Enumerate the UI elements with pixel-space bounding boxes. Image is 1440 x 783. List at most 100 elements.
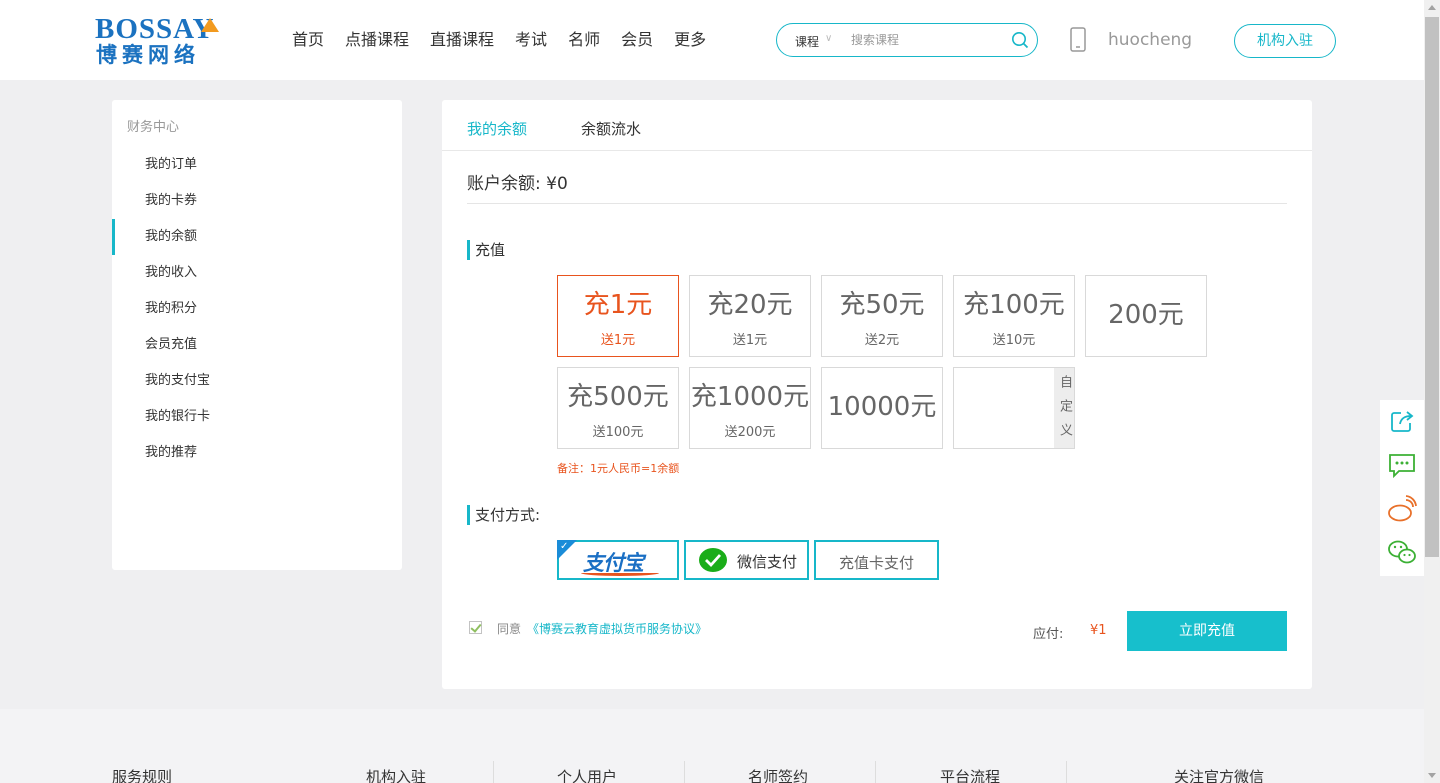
floating-toolbar — [1380, 400, 1424, 576]
scrollbar-thumb[interactable] — [1425, 17, 1439, 557]
logo-triangle — [201, 18, 219, 32]
search-box: 课程 ∨ — [776, 23, 1038, 57]
footer-divider — [493, 761, 494, 783]
nav-live-courses[interactable]: 直播课程 — [430, 28, 494, 52]
amount-bonus: 送200元 — [724, 425, 776, 440]
amount-option[interactable]: 充1元 送1元 — [557, 275, 679, 357]
sidebar-item-income[interactable]: 我的收入 — [112, 255, 402, 291]
amount-option[interactable]: 充500元 送100元 — [557, 367, 679, 449]
amount-option[interactable]: 200元 — [1085, 275, 1207, 357]
wechat-pay-option[interactable]: 微信支付 — [684, 540, 809, 580]
recharge-now-button[interactable]: 立即充值 — [1127, 611, 1287, 651]
share-icon[interactable] — [1387, 406, 1417, 436]
amount-bonus: 送1元 — [732, 333, 768, 348]
service-agreement-link[interactable]: 《博赛云教育虚拟货币服务协议》 — [527, 620, 707, 637]
amount-main: 200元 — [1108, 300, 1184, 330]
search-input[interactable] — [851, 30, 1001, 50]
mobile-phone-icon[interactable] — [1070, 27, 1086, 52]
site-footer: 服务规则 机构入驻 个人用户 名师签约 平台流程 关注官方微信 — [0, 709, 1424, 783]
balance-tabs: 我的余额 余额流水 — [442, 100, 1312, 151]
message-icon[interactable] — [1387, 450, 1417, 480]
sidebar-item-bank-card[interactable]: 我的银行卡 — [112, 399, 402, 435]
institution-join-button[interactable]: 机构入驻 — [1234, 24, 1336, 58]
logo-wordmark: BOSSAY — [95, 13, 215, 45]
amount-main: 10000元 — [827, 392, 937, 422]
alipay-option[interactable]: ✓ 支付宝 — [557, 540, 679, 580]
amount-bonus: 送10元 — [992, 333, 1036, 348]
sidebar-item-referral[interactable]: 我的推荐 — [112, 435, 402, 471]
amount-due-value: ¥1 — [1090, 623, 1107, 638]
amount-main: 充100元 — [963, 290, 1065, 320]
amount-due-label: 应付: — [1033, 627, 1064, 642]
amount-main: 充500元 — [567, 382, 669, 412]
alipay-swoosh — [581, 570, 659, 576]
footer-teacher-signing[interactable]: 名师签约 — [748, 766, 808, 783]
amount-option[interactable]: 充20元 送1元 — [689, 275, 811, 357]
nav-teachers[interactable]: 名师 — [568, 28, 600, 52]
card-pay-option[interactable]: 充值卡支付 — [814, 540, 939, 580]
check-icon: ✓ — [560, 541, 569, 552]
amount-option[interactable]: 充1000元 送200元 — [689, 367, 811, 449]
payment-section-title: 支付方式: — [467, 505, 540, 525]
amount-main: 充1000元 — [690, 382, 810, 412]
recharge-note: 备注：1元人民币=1余额 — [557, 462, 680, 475]
sidebar-item-balance[interactable]: 我的余额 — [112, 219, 402, 255]
wechat-pay-icon — [699, 548, 727, 572]
amount-bonus: 送2元 — [864, 333, 900, 348]
amount-main: 充1元 — [583, 290, 653, 320]
custom-amount-label: 自定义 — [1054, 368, 1074, 448]
scroll-up-arrow-icon[interactable] — [1428, 5, 1436, 10]
nav-vod-courses[interactable]: 点播课程 — [345, 28, 409, 52]
scroll-down-arrow-icon[interactable] — [1428, 773, 1436, 778]
main-nav: 首页 点播课程 直播课程 考试 名师 会员 更多 — [292, 28, 727, 52]
nav-exam[interactable]: 考试 — [515, 28, 547, 52]
custom-amount-input[interactable]: 自定义 — [953, 367, 1075, 449]
footer-institution-join[interactable]: 机构入驻 — [366, 766, 426, 783]
account-balance: 账户余额: ¥0 — [467, 174, 568, 194]
weibo-icon[interactable] — [1387, 494, 1417, 524]
amount-option[interactable]: 充100元 送10元 — [953, 275, 1075, 357]
footer-service-rules[interactable]: 服务规则 — [112, 766, 172, 783]
amount-bonus: 送100元 — [592, 425, 644, 440]
agree-checkbox[interactable] — [469, 621, 482, 634]
page-scrollbar[interactable] — [1424, 0, 1440, 783]
search-category-select[interactable]: 课程 — [795, 33, 819, 50]
chevron-down-icon[interactable]: ∨ — [825, 33, 832, 44]
bossay-logo[interactable]: BOSSAY 博赛网络 — [95, 13, 231, 68]
nav-membership[interactable]: 会员 — [621, 28, 653, 52]
card-pay-label: 充值卡支付 — [838, 554, 914, 572]
sidebar-title: 财务中心 — [127, 120, 180, 135]
sidebar-item-coupons[interactable]: 我的卡券 — [112, 183, 402, 219]
site-header: BOSSAY 博赛网络 首页 点播课程 直播课程 考试 名师 会员 更多 课程 … — [0, 0, 1424, 80]
sidebar-item-orders[interactable]: 我的订单 — [112, 147, 402, 183]
logo-chinese: 博赛网络 — [96, 43, 200, 67]
footer-platform-process[interactable]: 平台流程 — [940, 766, 1000, 783]
footer-divider — [875, 761, 876, 783]
sidebar-item-points[interactable]: 我的积分 — [112, 291, 402, 327]
tab-balance-history[interactable]: 余额流水 — [581, 118, 641, 139]
sidebar-item-alipay[interactable]: 我的支付宝 — [112, 363, 402, 399]
footer-personal-users[interactable]: 个人用户 — [557, 766, 617, 783]
search-icon[interactable] — [1011, 31, 1029, 49]
footer-divider — [684, 761, 685, 783]
sidebar-item-member-recharge[interactable]: 会员充值 — [112, 327, 402, 363]
amount-bonus: 送1元 — [600, 333, 636, 348]
amount-option[interactable]: 10000元 — [821, 367, 943, 449]
tab-my-balance[interactable]: 我的余额 — [467, 118, 527, 139]
footer-divider — [1066, 761, 1067, 783]
wechat-pay-label: 微信支付 — [737, 553, 798, 571]
recharge-section-title: 充值 — [467, 240, 505, 260]
divider — [467, 203, 1287, 204]
amount-main: 充50元 — [839, 290, 925, 320]
finance-sidebar: 财务中心 我的订单 我的卡券 我的余额 我的收入 我的积分 会员充值 我的支付宝… — [112, 100, 402, 570]
nav-more[interactable]: 更多 — [674, 28, 706, 52]
balance-panel: 我的余额 余额流水 账户余额: ¥0 充值 充1元 送1元 充20元 送1元 充… — [442, 100, 1312, 689]
amount-main: 充20元 — [707, 290, 793, 320]
amount-option[interactable]: 充50元 送2元 — [821, 275, 943, 357]
wechat-icon[interactable] — [1387, 538, 1417, 568]
sidebar-menu: 我的订单 我的卡券 我的余额 我的收入 我的积分 会员充值 我的支付宝 我的银行… — [112, 147, 402, 471]
footer-follow-wechat[interactable]: 关注官方微信 — [1174, 766, 1264, 783]
agree-label: 同意 — [497, 622, 522, 636]
username-link[interactable]: huocheng — [1108, 30, 1192, 50]
nav-home[interactable]: 首页 — [292, 28, 324, 52]
